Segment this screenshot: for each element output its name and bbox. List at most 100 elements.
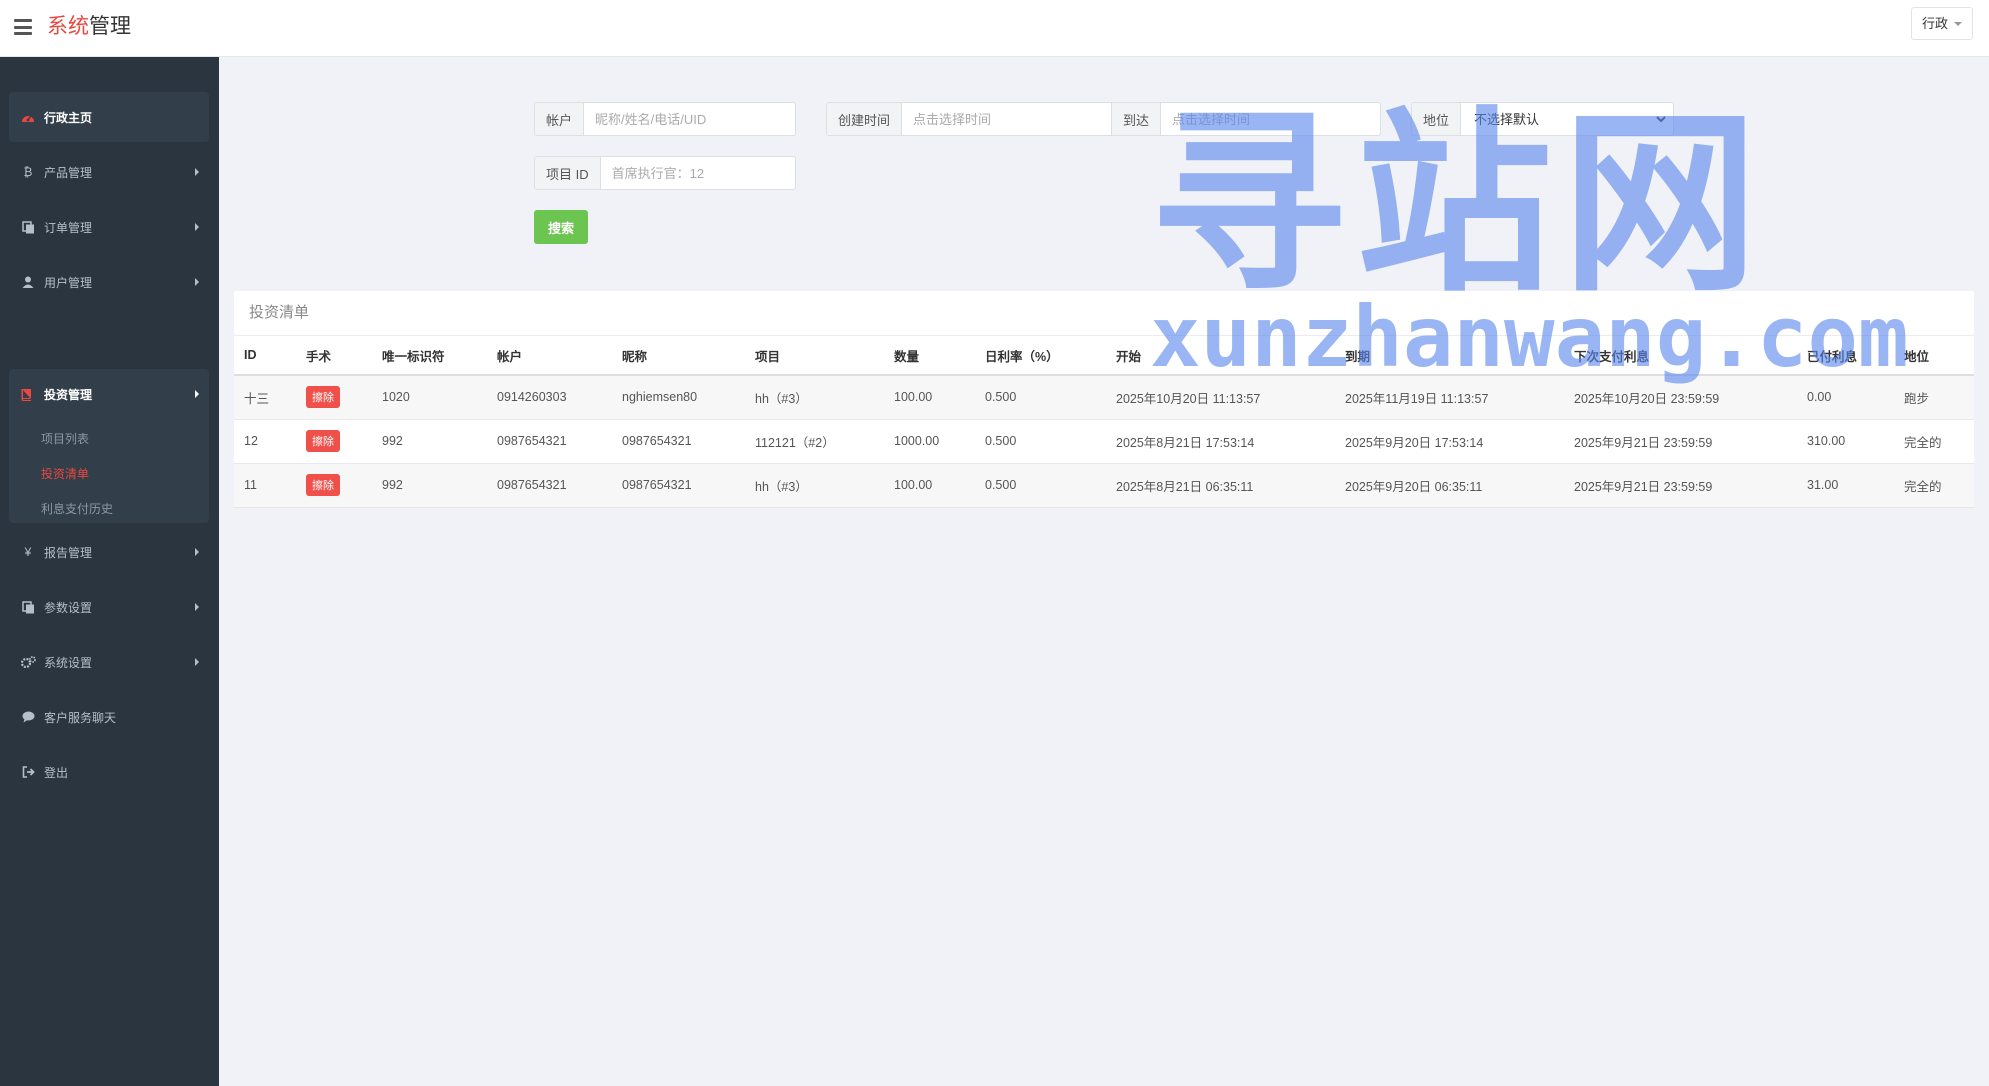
cell-uid: 992	[372, 463, 487, 508]
sidebar-item-label: 订单管理	[44, 220, 93, 235]
panel-title: 投资清单	[249, 304, 310, 321]
sidebar-item-label: 用户管理	[44, 275, 93, 290]
column-header: 帐户	[487, 336, 612, 376]
cell-id: 十三	[234, 375, 296, 420]
cell-expire: 2025年9月20日 06:35:11	[1335, 463, 1564, 508]
sidebar-item-products[interactable]: ₿ 产品管理	[9, 147, 209, 197]
project-id-input-group: 项目 ID	[534, 156, 796, 190]
account-label: 帐户	[535, 103, 585, 135]
chevron-right-icon	[195, 390, 199, 398]
cell-account: 0987654321	[487, 419, 612, 464]
column-header: 手术	[296, 336, 372, 376]
cell-rate: 0.500	[975, 463, 1106, 508]
sidebar-item-investment[interactable]: 投资管理	[9, 369, 209, 419]
cell-rate: 0.500	[975, 419, 1106, 464]
project-id-label: 项目 ID	[535, 157, 601, 189]
sidebar-item-logout[interactable]: 登出	[9, 747, 209, 797]
cell-status: 完全的	[1894, 419, 1974, 464]
delete-button[interactable]: 擦除	[306, 430, 340, 452]
cell-nickname: nghiemsen80	[612, 375, 745, 420]
user-icon	[20, 275, 36, 289]
cell-expire: 2025年9月20日 17:53:14	[1335, 419, 1564, 464]
chat-icon	[20, 710, 36, 724]
column-header: 昵称	[612, 336, 745, 376]
sidebar-item-params[interactable]: 参数设置	[9, 582, 209, 632]
sidebar-item-orders[interactable]: 订单管理	[9, 202, 209, 252]
delete-button[interactable]: 擦除	[306, 386, 340, 409]
yen-icon: ¥	[24, 545, 32, 559]
cell-next-pay: 2025年9月21日 23:59:59	[1564, 463, 1797, 508]
menu-toggle-icon[interactable]	[14, 19, 32, 35]
cell-uid: 992	[372, 419, 487, 464]
cell-rate: 0.500	[975, 375, 1106, 420]
sidebar-group-investment: 投资管理 项目列表 投资清单 利息支付历史	[9, 369, 209, 523]
created-time-label: 创建时间	[827, 103, 903, 135]
cell-nickname: 0987654321	[612, 463, 745, 508]
sidebar-subitem-project-list[interactable]: 项目列表	[41, 430, 89, 447]
chevron-right-icon	[195, 658, 199, 666]
cell-paid: 310.00	[1797, 419, 1894, 464]
cell-project: hh（#3）	[745, 375, 884, 420]
sidebar-item-users[interactable]: 用户管理	[9, 257, 209, 307]
user-menu-button[interactable]: 行政	[1910, 7, 1973, 40]
chevron-right-icon	[195, 168, 199, 176]
watermark-url-text: xunzhanwang.com	[1150, 288, 1909, 386]
cell-project: 112121（#2）	[745, 419, 884, 464]
cell-status: 完全的	[1894, 463, 1974, 508]
cell-uid: 1020	[372, 375, 487, 420]
cell-account: 0914260303	[487, 375, 612, 420]
cell-paid: 31.00	[1797, 463, 1894, 508]
cell-id: 11	[234, 463, 296, 508]
sidebar-subitem-interest-history[interactable]: 利息支付历史	[41, 500, 113, 517]
chevron-right-icon	[195, 603, 199, 611]
sidebar-item-chat[interactable]: 客户服务聊天	[9, 692, 209, 742]
cell-start: 2025年8月21日 17:53:14	[1106, 419, 1335, 464]
table-row: 11 擦除 992 0987654321 0987654321 hh（#3） 1…	[234, 463, 1974, 508]
cell-project: hh（#3）	[745, 463, 884, 508]
cell-account: 0987654321	[487, 463, 612, 508]
watermark-logo-text: 寻站网	[1150, 95, 1769, 314]
sidebar-item-label: 行政主页	[44, 110, 93, 125]
sign-out-icon	[20, 765, 36, 779]
sidebar-item-system[interactable]: 系统设置	[9, 637, 209, 687]
caret-down-icon	[1954, 21, 1962, 26]
project-id-input[interactable]	[600, 157, 791, 189]
sidebar-item-label: 登出	[44, 765, 69, 780]
cell-action: 擦除	[296, 375, 372, 420]
sidebar-item-label: 系统设置	[44, 655, 93, 670]
copy-icon	[20, 220, 36, 234]
column-header: 项目	[745, 336, 884, 376]
brand-title: 系统管理	[47, 13, 131, 41]
sidebar-item-label: 投资管理	[44, 387, 93, 402]
cell-amount: 1000.00	[884, 419, 975, 464]
cell-next-pay: 2025年9月21日 23:59:59	[1564, 419, 1797, 464]
column-header: 日利率（%）	[975, 336, 1106, 376]
column-header: 唯一标识符	[372, 336, 487, 376]
sidebar-subitem-investment-list[interactable]: 投资清单	[41, 465, 89, 482]
search-button[interactable]: 搜索	[534, 210, 588, 244]
account-input-group: 帐户	[534, 102, 796, 136]
brand-part2: 管理	[89, 15, 131, 38]
cell-amount: 100.00	[884, 375, 975, 420]
sidebar-item-label: 客户服务聊天	[44, 710, 117, 725]
chevron-right-icon	[195, 278, 199, 286]
copy-icon	[20, 600, 36, 614]
cell-nickname: 0987654321	[612, 419, 745, 464]
chevron-right-icon	[195, 223, 199, 231]
chevron-right-icon	[195, 548, 199, 556]
column-header: ID	[234, 336, 296, 376]
table-row: 12 擦除 992 0987654321 0987654321 112121（#…	[234, 419, 1974, 464]
sidebar-item-label: 报告管理	[44, 545, 93, 560]
sidebar-item-reports[interactable]: ¥ 报告管理	[9, 527, 209, 577]
dashboard-icon	[20, 110, 36, 124]
cell-start: 2025年8月21日 06:35:11	[1106, 463, 1335, 508]
sidebar: 行政主页 ₿ 产品管理 订单管理 用户管理 投资管理 项目列表 投资清单 利息支…	[0, 57, 219, 1086]
cell-id: 12	[234, 419, 296, 464]
created-start-input[interactable]	[902, 103, 1112, 135]
top-header: 系统管理 行政	[0, 0, 1989, 57]
delete-button[interactable]: 擦除	[306, 474, 340, 496]
account-input[interactable]	[584, 103, 791, 135]
bitcoin-icon: ₿	[23, 165, 33, 179]
sidebar-item-dashboard[interactable]: 行政主页	[9, 92, 209, 142]
cell-action: 擦除	[296, 463, 372, 508]
